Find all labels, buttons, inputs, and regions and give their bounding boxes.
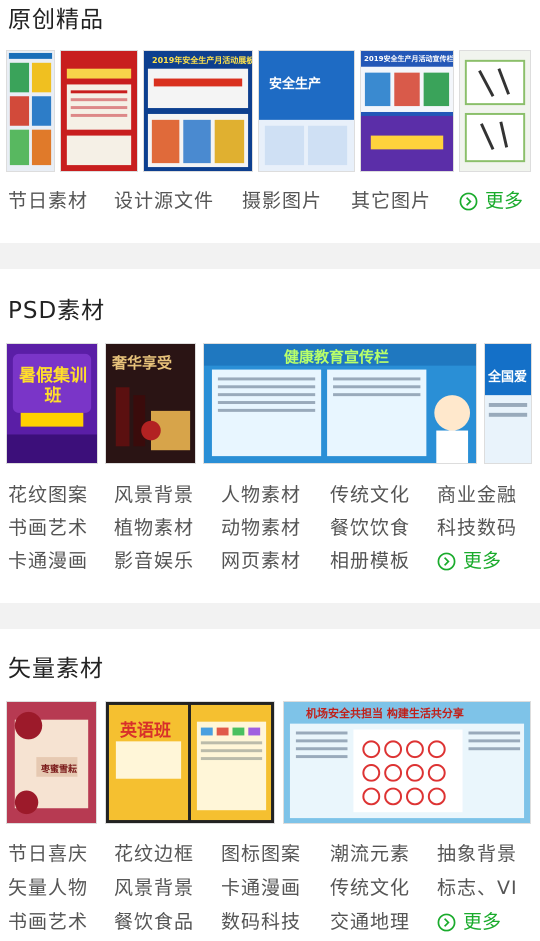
more-link[interactable]: 更多 [459, 188, 523, 214]
section-psd: PSD素材 暑假集训班 奢华享受 健康教育宣传栏 全国爱 花纹图案 风景背景 人… [0, 269, 540, 603]
thumbnail-strip: 2019年安全生产月活动展板 安全生产 2019安全生产月活动宣传栏 [0, 50, 540, 174]
thumbnail[interactable] [459, 50, 531, 172]
category-link[interactable]: 书画艺术 [8, 515, 88, 541]
thumbnail[interactable]: 2019安全生产月活动宣传栏 [360, 50, 454, 172]
category-link[interactable]: 人物素材 [221, 482, 301, 508]
category-link[interactable]: 传统文化 [330, 482, 410, 508]
thumbnail[interactable] [60, 50, 138, 172]
thumbnail-text: 全国爱 [488, 370, 528, 385]
thumbnail-text: 枣蜜雪耘 [41, 765, 78, 775]
category-link[interactable]: 动物素材 [221, 515, 301, 541]
section-vector: 矢量素材 枣蜜雪耘 英语班 机场安全共担当 构建生活共分享 节日喜庆 花纹边框 … [0, 629, 540, 941]
category-link[interactable]: 卡通漫画 [8, 548, 88, 574]
thumbnail-text: 英语班 [120, 721, 171, 741]
category-link[interactable]: 科技数码 [437, 515, 517, 541]
category-link[interactable]: 花纹图案 [8, 482, 88, 508]
thumbnail[interactable]: 2019年安全生产月活动展板 [143, 50, 253, 172]
thumbnail[interactable]: 全国爱 [484, 343, 532, 464]
section-divider [0, 603, 540, 629]
category-link[interactable]: 设计源文件 [114, 188, 214, 214]
category-link[interactable]: 风景背景 [114, 875, 194, 901]
thumbnail[interactable]: 健康教育宣传栏 [203, 343, 477, 464]
thumbnail-text: 2019年安全生产月活动展板 [152, 56, 253, 65]
category-link[interactable]: 风景背景 [114, 482, 194, 508]
thumbnail-text: 奢华享受 [112, 354, 173, 372]
category-link[interactable]: 书画艺术 [8, 909, 88, 935]
category-link[interactable]: 图标图案 [221, 841, 301, 867]
category-link[interactable]: 植物素材 [114, 515, 194, 541]
category-link[interactable]: 影音娱乐 [114, 548, 194, 574]
more-link[interactable]: 更多 [437, 548, 501, 574]
circle-chevron-right-icon [459, 192, 478, 210]
section-original: 原创精品 2019年安全生产月活动展板 安全生产 2019安全生产月活动宣传栏 … [0, 0, 540, 243]
thumbnail-text: 2019安全生产月活动宣传栏 [364, 55, 454, 63]
thumbnail[interactable]: 奢华享受 [105, 343, 196, 464]
section-title: 原创精品 [8, 7, 104, 33]
more-label: 更多 [485, 190, 524, 212]
category-link[interactable]: 其它图片 [351, 188, 431, 214]
category-link[interactable]: 花纹边框 [114, 841, 194, 867]
section-title: PSD素材 [8, 298, 106, 324]
section-divider [0, 243, 540, 269]
thumbnail-text: 机场安全共担当 构建生活共分享 [306, 707, 464, 720]
thumbnail[interactable]: 机场安全共担当 构建生活共分享 [283, 701, 531, 824]
category-link[interactable]: 餐饮食品 [114, 909, 194, 935]
category-link[interactable]: 摄影图片 [242, 188, 322, 214]
thumbnail[interactable]: 安全生产 [258, 50, 355, 172]
thumbnail-text: 安全生产 [269, 77, 322, 92]
category-link[interactable]: 网页素材 [221, 548, 301, 574]
category-link[interactable]: 潮流元素 [330, 841, 410, 867]
thumbnail[interactable]: 英语班 [105, 701, 275, 824]
thumbnail-strip: 枣蜜雪耘 英语班 机场安全共担当 构建生活共分享 [0, 701, 540, 825]
circle-chevron-right-icon [437, 913, 456, 931]
thumbnail-text: 暑假集训班 [19, 366, 87, 406]
category-link[interactable]: 节日喜庆 [8, 841, 88, 867]
thumbnail[interactable] [6, 50, 55, 172]
more-label: 更多 [463, 911, 502, 933]
category-link[interactable]: 相册模板 [330, 548, 410, 574]
category-link[interactable]: 商业金融 [437, 482, 517, 508]
category-link[interactable]: 节日素材 [8, 188, 88, 214]
category-link[interactable]: 传统文化 [330, 875, 410, 901]
more-link[interactable]: 更多 [437, 909, 501, 935]
category-link[interactable]: 餐饮饮食 [330, 515, 410, 541]
category-link[interactable]: 标志、VI [437, 875, 518, 901]
circle-chevron-right-icon [437, 552, 456, 570]
category-link[interactable]: 抽象背景 [437, 841, 517, 867]
thumbnail-text: 健康教育宣传栏 [284, 348, 390, 366]
thumbnail[interactable]: 暑假集训班 [6, 343, 98, 464]
category-link[interactable]: 卡通漫画 [221, 875, 301, 901]
thumbnail[interactable]: 枣蜜雪耘 [6, 701, 97, 824]
category-link[interactable]: 矢量人物 [8, 875, 88, 901]
category-link[interactable]: 数码科技 [221, 909, 301, 935]
thumbnail-strip: 暑假集训班 奢华享受 健康教育宣传栏 全国爱 [0, 343, 540, 465]
category-link[interactable]: 交通地理 [330, 909, 410, 935]
section-title: 矢量素材 [8, 656, 104, 682]
more-label: 更多 [463, 550, 502, 572]
